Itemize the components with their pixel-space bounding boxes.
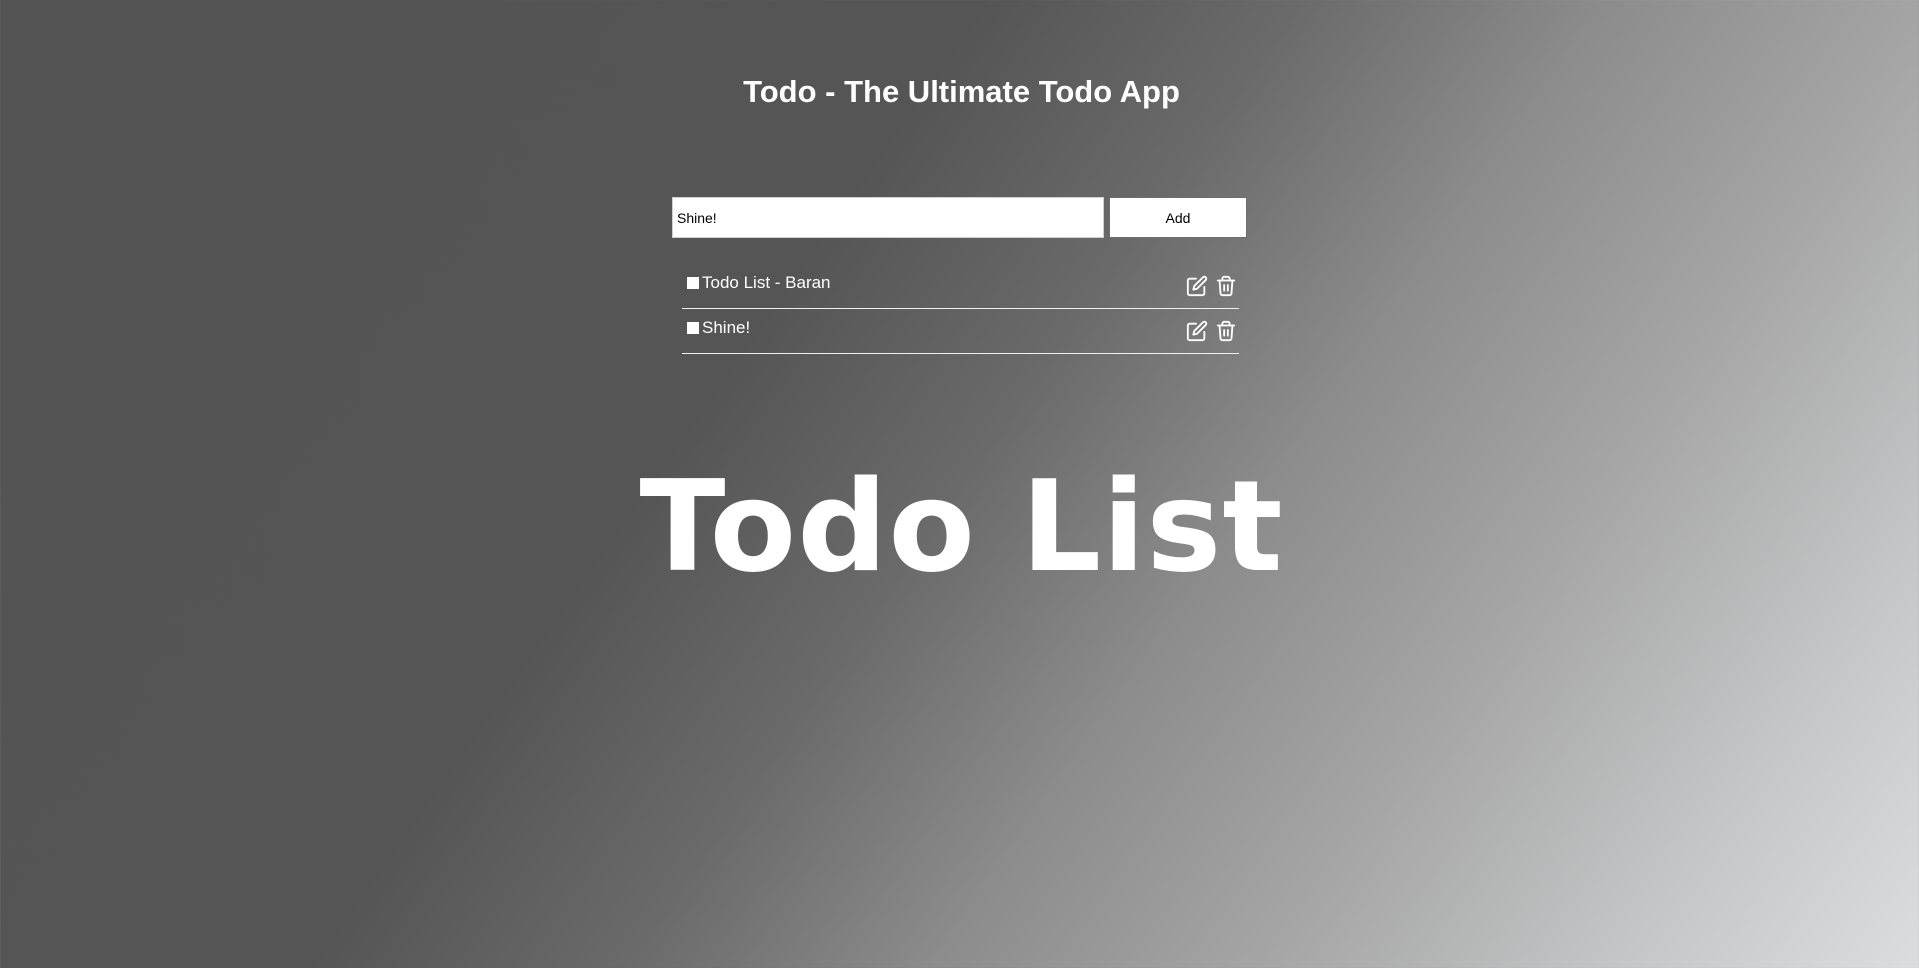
todo-checkbox[interactable]: [687, 277, 699, 289]
page-title: Todo - The Ultimate Todo App: [743, 74, 1180, 109]
add-todo-form: Add: [672, 197, 1247, 238]
todo-label: Todo List - Baran: [702, 273, 831, 292]
add-button[interactable]: Add: [1109, 197, 1247, 238]
todo-list: Todo List - Baran Shine!: [682, 264, 1239, 354]
todo-input[interactable]: [672, 197, 1104, 238]
todo-actions: [1185, 274, 1238, 298]
todo-checkbox[interactable]: [687, 322, 699, 334]
edit-icon[interactable]: [1185, 274, 1209, 298]
todo-label: Shine!: [702, 318, 751, 337]
trash-icon[interactable]: [1214, 319, 1238, 343]
trash-icon[interactable]: [1214, 274, 1238, 298]
todo-actions: [1185, 319, 1238, 343]
edit-icon[interactable]: [1185, 319, 1209, 343]
hero-heading: Todo List: [639, 453, 1284, 600]
todo-item: Shine!: [682, 309, 1239, 354]
todo-item: Todo List - Baran: [682, 264, 1239, 309]
